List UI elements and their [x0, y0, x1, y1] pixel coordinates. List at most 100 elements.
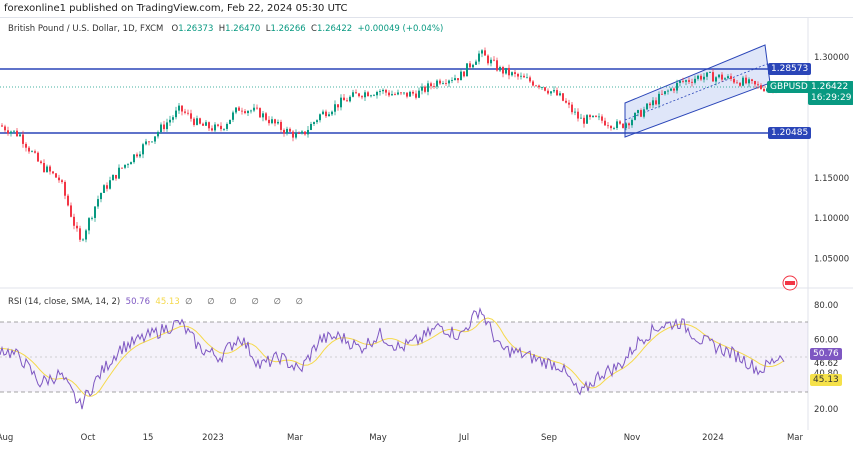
candle [511, 72, 513, 76]
candle [199, 118, 201, 124]
candle [505, 67, 507, 74]
candle [481, 50, 483, 54]
candle [157, 132, 159, 137]
candle [253, 107, 255, 111]
candle [616, 121, 618, 128]
candle [22, 134, 24, 144]
candle [205, 122, 207, 126]
candle [187, 112, 189, 114]
candle [553, 90, 555, 92]
candle [625, 123, 627, 128]
rsi-legend: RSI (14, close, SMA, 14, 2) 50.76 45.13 … [8, 297, 309, 307]
rsi-tick-label: 80.00 [814, 301, 838, 311]
price-tick-label: 1.05000 [814, 254, 849, 264]
candle [568, 102, 570, 105]
close-value: 1.26422 [316, 24, 353, 34]
candle [19, 134, 21, 137]
candle [262, 113, 264, 118]
candle [352, 92, 354, 97]
candle [175, 110, 177, 118]
last-price: 1.26422 [811, 82, 849, 92]
candle [760, 85, 762, 89]
candle [688, 80, 690, 82]
candle [115, 174, 117, 179]
parallel-channel[interactable] [624, 44, 771, 138]
candle [373, 95, 375, 97]
candle [250, 110, 252, 112]
candle [94, 206, 96, 218]
candle [745, 77, 747, 84]
candle [247, 110, 249, 114]
candle [340, 97, 342, 108]
candle [328, 114, 330, 117]
candle [451, 80, 453, 81]
candle [163, 124, 165, 130]
candle [526, 77, 528, 79]
bar-countdown: 16:29:29 [811, 93, 852, 103]
time-tick-label: 2024 [702, 433, 724, 443]
candle [118, 167, 120, 179]
candle [412, 91, 414, 94]
candle [559, 93, 561, 96]
candle [121, 167, 123, 169]
candle [217, 124, 219, 126]
candles-group [1, 47, 786, 243]
candle [361, 96, 363, 98]
candle [574, 111, 576, 113]
candle [124, 164, 126, 168]
candle [337, 104, 339, 108]
candle [166, 122, 168, 130]
candle [169, 119, 171, 123]
candle [391, 94, 393, 96]
candle [202, 123, 204, 126]
candle [286, 128, 288, 134]
candle [493, 59, 495, 61]
candle [661, 93, 663, 95]
candle [28, 147, 30, 152]
candle [160, 124, 162, 133]
rsi-tick-label: 46.62 [814, 359, 838, 369]
candle [445, 83, 447, 84]
candle [658, 93, 660, 105]
candle [655, 100, 657, 105]
candle [664, 91, 666, 95]
candle [640, 110, 642, 117]
candle [676, 82, 678, 91]
candle [136, 154, 138, 157]
candle [685, 80, 687, 82]
candle [652, 100, 654, 106]
candle [457, 78, 459, 81]
candle [541, 87, 543, 89]
change-value: +0.00049 (+0.04%) [357, 24, 444, 34]
price-chart[interactable]: 1.30000 1.15000 1.10000 1.05000 80.00 60.00 46… [0, 0, 853, 451]
candle [55, 173, 57, 178]
candle [679, 80, 681, 83]
candle [583, 117, 585, 124]
candle [415, 93, 417, 98]
time-tick-label: Sep [541, 433, 557, 443]
candle [229, 119, 231, 124]
time-tick-label: Nov [624, 433, 641, 443]
candle [10, 131, 12, 134]
candle [562, 93, 564, 101]
candle [274, 119, 276, 124]
candle [499, 67, 501, 71]
candle [31, 151, 33, 153]
candle [280, 121, 282, 130]
candle [475, 61, 477, 65]
candle [208, 122, 210, 129]
candle [757, 84, 759, 86]
candle [709, 72, 711, 73]
candle [301, 131, 303, 134]
candle [586, 115, 588, 124]
candle [64, 181, 66, 196]
candle [151, 141, 153, 143]
candle [634, 112, 636, 120]
candle [628, 123, 630, 126]
candle [592, 115, 594, 118]
candle [112, 174, 114, 181]
candle [529, 77, 531, 82]
candle [181, 105, 183, 112]
candle [52, 171, 54, 174]
time-tick-label: Jul [458, 433, 469, 443]
